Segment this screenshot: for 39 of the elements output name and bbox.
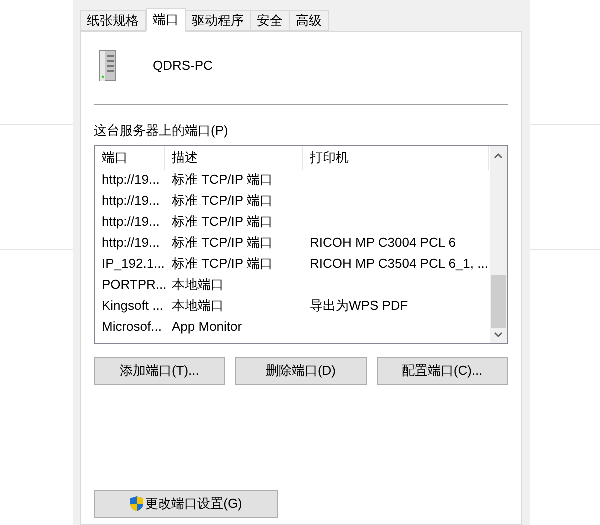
scroll-up-icon[interactable]	[494, 152, 503, 158]
change-settings-button[interactable]: 更改端口设置(G)	[94, 490, 278, 518]
table-cell: http://19...	[102, 193, 160, 208]
table-cell: http://19...	[102, 235, 160, 250]
tab[interactable]: 端口	[146, 8, 186, 32]
column-header[interactable]: 描述	[165, 146, 303, 170]
table-cell: 标准 TCP/IP 端口	[172, 235, 273, 250]
shield-icon	[130, 496, 144, 512]
port-button[interactable]: 删除端口(D)	[235, 356, 367, 384]
tab[interactable]: 纸张规格	[80, 10, 146, 31]
tab[interactable]: 高级	[289, 10, 329, 31]
table-cell: 标准 TCP/IP 端口	[172, 193, 273, 208]
scroll-thumb[interactable]	[491, 274, 506, 328]
table-cell: http://19...	[102, 172, 160, 188]
scroll-down-icon[interactable]	[494, 332, 503, 338]
server-name: QDRS-PC	[153, 57, 213, 76]
table-cell: App Monitor	[172, 319, 242, 334]
column-header[interactable]: 打印机	[303, 146, 489, 170]
table-cell: 本地端口	[172, 298, 224, 314]
port-button[interactable]: 配置端口(C)...	[376, 356, 508, 384]
column-header[interactable]: 端口	[95, 146, 165, 170]
table-cell: 导出为WPS PDF	[310, 298, 408, 314]
table-cell: 标准 TCP/IP 端口	[172, 172, 273, 188]
table-cell: RICOH MP C3504 PCL 6_1, ...	[310, 256, 488, 272]
table-cell: Kingsoft ...	[102, 298, 164, 314]
table-cell: http://19...	[102, 214, 160, 230]
scrollbar[interactable]	[490, 146, 507, 342]
ports-label: 这台服务器上的端口(P)	[94, 122, 230, 140]
table-cell: Microsof...	[102, 319, 162, 334]
table-cell: 标准 TCP/IP 端口	[172, 214, 273, 230]
table-cell: PORTPR...	[102, 277, 167, 292]
port-button[interactable]: 添加端口(T)...	[94, 356, 226, 384]
server-tower-icon	[98, 50, 118, 82]
tab[interactable]: 安全	[250, 10, 290, 31]
table-cell: 标准 TCP/IP 端口	[172, 256, 273, 272]
table-cell: 本地端口	[172, 277, 224, 292]
table-cell: IP_192.1...	[102, 256, 165, 272]
tab[interactable]: 驱动程序	[185, 10, 251, 31]
table-cell: RICOH MP C3004 PCL 6	[310, 235, 456, 250]
